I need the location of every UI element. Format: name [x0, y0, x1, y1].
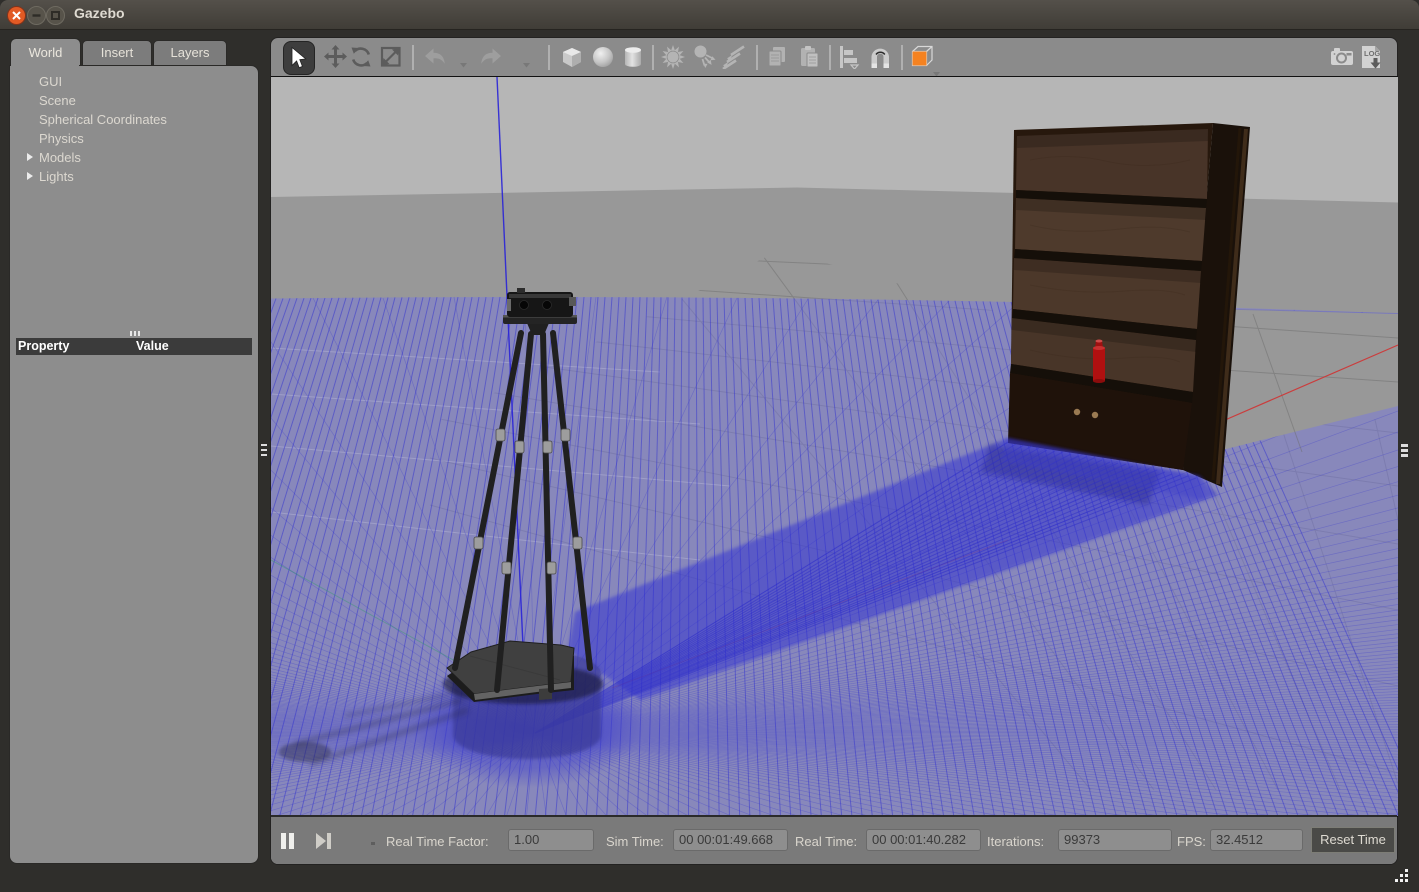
- svg-text:LOG: LOG: [1364, 49, 1380, 58]
